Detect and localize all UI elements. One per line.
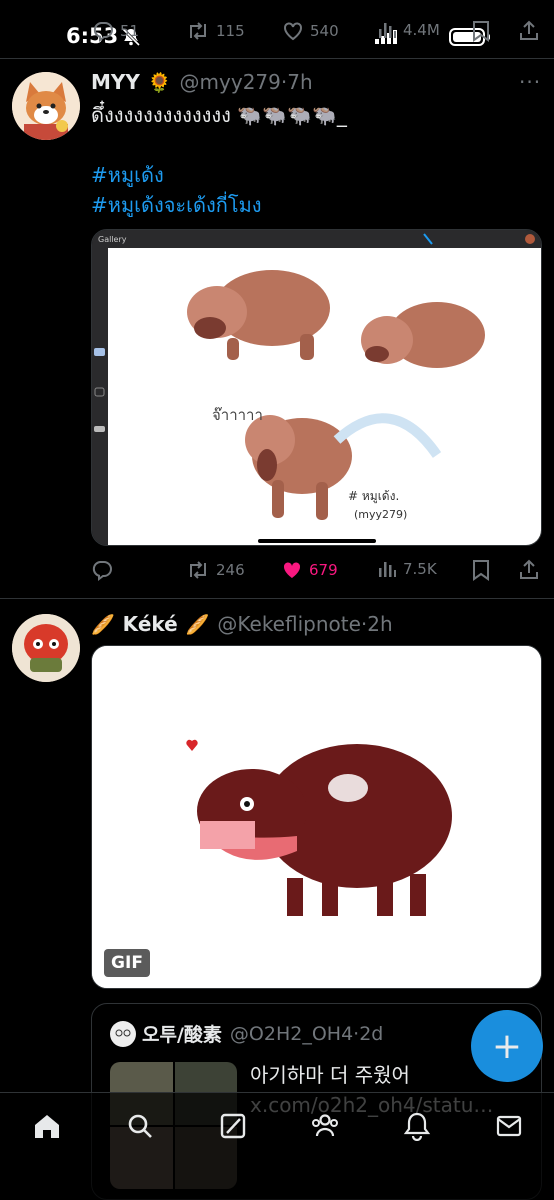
grok-icon[interactable] bbox=[218, 1111, 248, 1141]
image-caption: # หมูเด้ง. bbox=[348, 489, 399, 504]
tweet-divider bbox=[0, 598, 554, 599]
reply-count: 51 bbox=[120, 22, 140, 40]
procreate-gallery-label: Gallery bbox=[98, 235, 127, 244]
previous-tweet-actions: 51 115 540 4.4M bbox=[0, 14, 554, 44]
tweet-header: 🥖 Kéké 🥖 @Kekeflipnote · 2h bbox=[91, 612, 393, 636]
tweet-body: ดึ๋งงงงงงงงงงงงง 🐃🐃🐃🐃_ #หมูเด้ง #หมูเด้ง… bbox=[91, 100, 347, 220]
heart-filled-icon bbox=[283, 562, 301, 578]
retweet-action[interactable]: 115 bbox=[186, 20, 245, 42]
display-name[interactable]: Kéké bbox=[123, 612, 178, 636]
retweet-count: 246 bbox=[216, 561, 245, 579]
retweet-icon bbox=[190, 561, 206, 579]
reply-icon bbox=[93, 22, 113, 42]
like-action[interactable]: 679 bbox=[281, 559, 338, 581]
like-count: 540 bbox=[310, 22, 339, 40]
image-signature: (myy279) bbox=[354, 508, 407, 521]
quote-avatar bbox=[110, 1020, 136, 1047]
sound-text: จ๊าาาาา bbox=[212, 406, 263, 424]
compose-button[interactable]: + bbox=[471, 1010, 543, 1082]
character-avatar-icon bbox=[12, 614, 80, 682]
image-home-indicator bbox=[258, 539, 376, 543]
retweet-action[interactable]: 246 bbox=[186, 559, 245, 581]
tweet-time: 7h bbox=[287, 70, 313, 94]
user-handle[interactable]: @myy279 bbox=[180, 70, 281, 94]
bread-emoji-icon: 🥖 bbox=[91, 613, 115, 636]
tweet-image[interactable]: จ๊าาาาา # หมูเด้ง. (myy279) Gallery bbox=[91, 229, 542, 546]
search-icon[interactable] bbox=[125, 1111, 155, 1141]
view-count: 7.5K bbox=[403, 560, 437, 578]
pixel-hippo-gif bbox=[92, 646, 541, 988]
avatar[interactable] bbox=[12, 72, 80, 140]
home-icon[interactable] bbox=[32, 1111, 62, 1141]
more-options-icon[interactable]: ··· bbox=[519, 70, 541, 94]
bookmark-icon[interactable] bbox=[472, 559, 490, 581]
like-action[interactable]: 540 bbox=[282, 20, 339, 42]
reply-icon[interactable] bbox=[91, 559, 113, 581]
view-count: 4.4M bbox=[403, 21, 440, 39]
bottom-tab-bar bbox=[0, 1092, 554, 1200]
tweet-header: MYY 🌻 @myy279 · 7h bbox=[91, 70, 313, 94]
bookmark-icon[interactable] bbox=[472, 20, 490, 42]
hashtag-link[interactable]: #หมูเด้งจะเด้งกี่โมง bbox=[91, 190, 347, 220]
tweet-actions: 246 679 7.5K bbox=[91, 556, 545, 586]
tweet-time: 2h bbox=[367, 612, 393, 636]
quote-header: 오투/酸素 @O2H2_OH4 · 2d bbox=[110, 1020, 383, 1047]
gif-badge: GIF bbox=[104, 949, 150, 977]
like-count: 679 bbox=[309, 561, 338, 579]
views-icon bbox=[379, 562, 396, 577]
communities-icon[interactable] bbox=[309, 1111, 341, 1141]
hashtag-link[interactable]: #หมูเด้ง bbox=[91, 160, 347, 190]
reply-action[interactable]: 51 bbox=[92, 20, 139, 42]
quote-display-name[interactable]: 오투/酸素 bbox=[142, 1020, 222, 1047]
share-icon[interactable] bbox=[519, 558, 539, 580]
views-action[interactable]: 4.4M bbox=[377, 20, 440, 40]
bread-emoji-icon: 🥖 bbox=[185, 613, 210, 636]
tweet-gif[interactable] bbox=[91, 645, 542, 989]
views-icon bbox=[379, 23, 396, 38]
sunflower-emoji-icon: 🌻 bbox=[147, 71, 172, 94]
avatar[interactable] bbox=[12, 614, 80, 682]
views-action[interactable]: 7.5K bbox=[377, 559, 437, 579]
hippo-drawing-illustration: จ๊าาาาา # หมูเด้ง. (myy279) Gallery bbox=[92, 230, 541, 545]
share-icon[interactable] bbox=[519, 19, 539, 41]
quote-handle[interactable]: @O2H2_OH4 bbox=[230, 1023, 353, 1045]
tweet-text-line: ดึ๋งงงงงงงงงงงงง 🐃🐃🐃🐃_ bbox=[91, 103, 347, 127]
user-handle[interactable]: @Kekeflipnote bbox=[217, 612, 361, 636]
display-name[interactable]: MYY bbox=[91, 70, 140, 94]
tweet-divider bbox=[0, 58, 554, 59]
notifications-icon[interactable] bbox=[403, 1111, 431, 1141]
quote-time: 2d bbox=[359, 1022, 384, 1045]
plus-icon: + bbox=[491, 1025, 523, 1067]
heart-outline-icon bbox=[284, 22, 302, 41]
messages-icon[interactable] bbox=[495, 1111, 523, 1141]
retweet-count: 115 bbox=[216, 22, 245, 40]
retweet-icon bbox=[190, 22, 206, 40]
corgi-avatar-icon bbox=[12, 72, 80, 140]
